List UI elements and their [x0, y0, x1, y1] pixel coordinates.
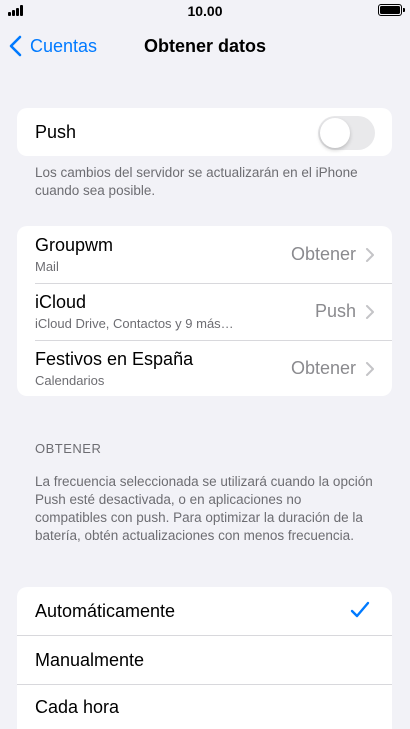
- checkmark-icon: [350, 601, 370, 618]
- account-row-groupwm[interactable]: Groupwm Mail Obtener: [17, 226, 392, 283]
- status-time: 10.00: [187, 3, 223, 19]
- push-footer: Los cambios del servidor se actualizarán…: [35, 165, 358, 198]
- fetch-footer: La frecuencia seleccionada se utilizará …: [35, 474, 373, 543]
- push-row: Push: [17, 108, 392, 156]
- fetch-option-hourly[interactable]: Cada hora: [17, 684, 392, 729]
- toggle-knob: [320, 118, 350, 148]
- chevron-right-icon: [366, 362, 374, 376]
- option-label: Automáticamente: [35, 601, 176, 621]
- fetch-options-group: Automáticamente Manualmente Cada hora: [17, 587, 392, 729]
- push-toggle[interactable]: [318, 116, 375, 150]
- chevron-right-icon: [366, 305, 374, 319]
- push-group: Push: [17, 108, 392, 156]
- chevron-right-icon: [366, 248, 374, 262]
- push-label: Push: [35, 122, 77, 142]
- account-row-festivos[interactable]: Festivos en España Calendarios Obtener: [17, 340, 392, 396]
- account-fetch-value: Obtener: [290, 358, 356, 378]
- option-label: Cada hora: [35, 697, 120, 717]
- account-fetch-value: Push: [314, 301, 356, 321]
- page-title: Obtener datos: [143, 36, 267, 56]
- status-bar: 10.00: [0, 0, 410, 22]
- option-label: Manualmente: [35, 650, 145, 670]
- fetch-section-header: OBTENER: [35, 441, 102, 456]
- navigation-bar: Cuentas Obtener datos: [0, 22, 410, 70]
- account-fetch-value: Obtener: [290, 244, 356, 264]
- accounts-group: Groupwm Mail Obtener iCloud iCloud Drive…: [17, 226, 392, 396]
- battery-icon: [378, 4, 405, 16]
- fetch-option-manual[interactable]: Manualmente: [17, 635, 392, 684]
- account-row-icloud[interactable]: iCloud iCloud Drive, Contactos y 9 más… …: [17, 283, 392, 340]
- fetch-option-automatic[interactable]: Automáticamente: [17, 587, 392, 635]
